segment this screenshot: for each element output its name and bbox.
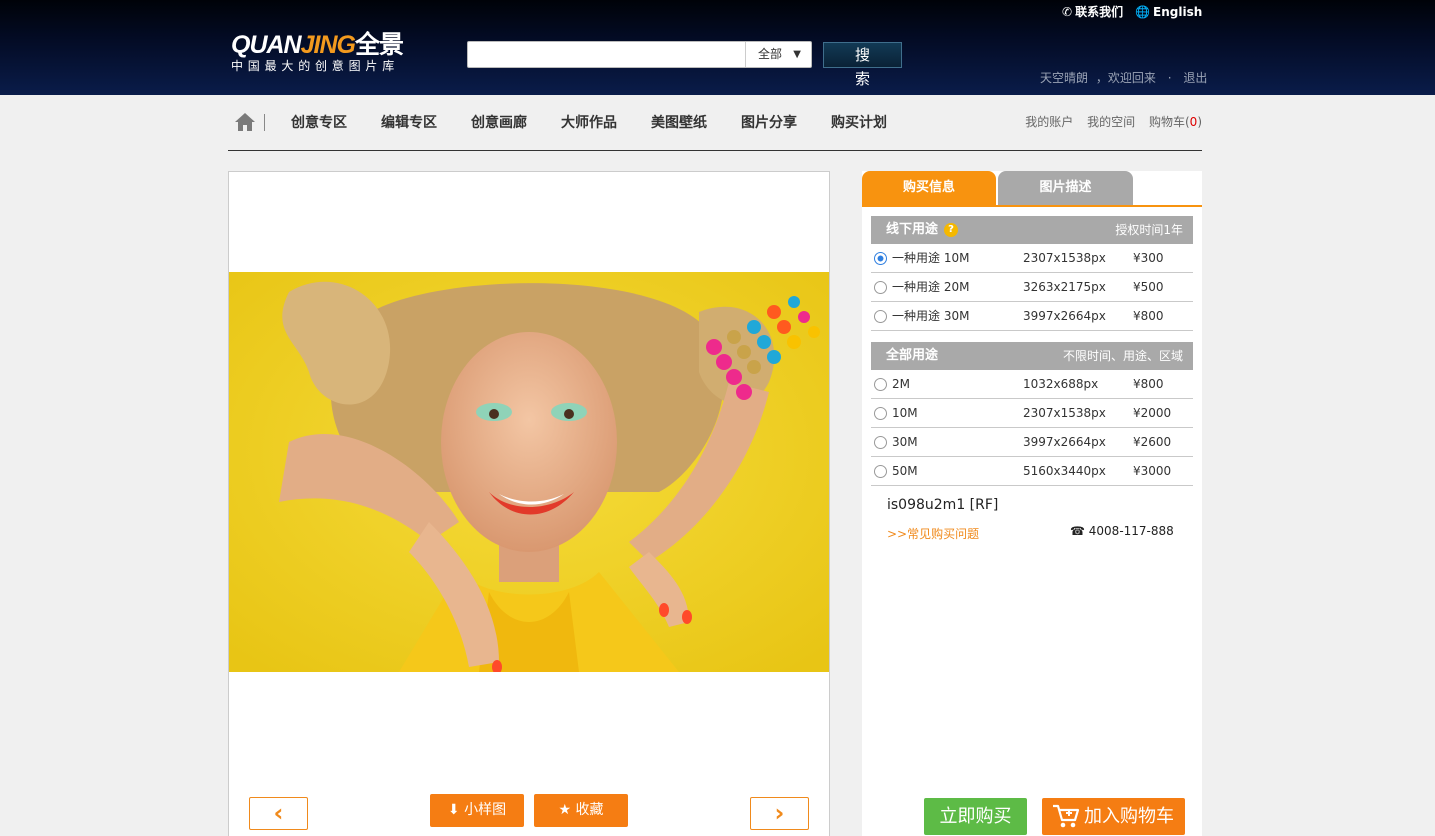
favorite-label: 收藏 [575,802,604,818]
dropdown-arrow-icon: ▼ [793,49,801,60]
logo-text-cn: 全景 [354,31,404,59]
buy-now-button[interactable]: 立即购买 [924,798,1027,835]
chevron-left-icon: ‹ [273,799,284,827]
nav-item-editorial[interactable]: 编辑专区 [381,112,437,132]
logo-text-quan: QUAN [231,31,302,59]
account-link[interactable]: 我的账户 [1025,113,1073,130]
welcome-text: ，欢迎回来 [1095,71,1156,85]
nav-item-plans[interactable]: 购买计划 [831,112,887,132]
language-link[interactable]: English [1153,5,1202,19]
nav-item-wallpaper[interactable]: 美图壁纸 [651,112,707,132]
add-to-cart-button[interactable]: 加入购物车 [1042,798,1185,835]
search-category-value: 全部 [758,47,783,61]
nav-item-creative[interactable]: 创意专区 [291,112,347,132]
phone-icon: ✆ [1062,5,1073,19]
tab-underline [862,205,1202,207]
site-logo[interactable]: QUANJING全景 中国最大的创意图片库 [231,31,441,77]
globe-icon: 🌐 [1135,5,1151,19]
next-image-button[interactable]: › [750,797,809,830]
offline-usage-title: 线下用途 [886,222,939,237]
radio-unselected[interactable] [874,281,887,294]
star-icon: ★ [558,802,572,818]
tab-image-description[interactable]: 图片描述 [998,171,1133,205]
nav-item-share[interactable]: 图片分享 [741,112,797,132]
hotline-number: 4008-117-888 [1088,524,1174,538]
price-option-row[interactable]: 50M 5160x3440px ¥3000 [871,457,1193,486]
price-option-row[interactable]: 一种用途 10M 2307x1538px ¥300 [871,244,1193,273]
favorite-button[interactable]: ★ 收藏 [534,794,628,827]
add-to-cart-label: 加入购物车 [1084,806,1174,827]
hotline: ☎ 4008-117-888 [1070,524,1174,538]
search-category-select[interactable]: 全部 ▼ [745,42,811,67]
shopping-cart-icon [1053,804,1080,828]
space-link[interactable]: 我的空间 [1087,113,1135,130]
search-button[interactable]: 搜索 [823,42,902,88]
radio-unselected[interactable] [874,407,887,420]
welcome-bar: 天空晴朗 ，欢迎回来 · 退出 [1040,69,1207,86]
search-input[interactable] [468,42,745,67]
nav-item-masters[interactable]: 大师作品 [561,112,617,132]
contact-link[interactable]: 联系我们 [1075,3,1123,20]
radio-unselected[interactable] [874,310,887,323]
logout-link[interactable]: 退出 [1183,69,1207,86]
cart-link[interactable]: 购物车(0) [1149,113,1202,130]
faq-link[interactable]: >>常见购买问题 [887,525,979,542]
radio-unselected[interactable] [874,436,887,449]
logo-text-jing: JING [300,31,356,59]
price-option-row[interactable]: 30M 3997x2664px ¥2600 [871,428,1193,457]
prev-image-button[interactable]: ‹ [249,797,308,830]
offline-usage-note: 授权时间1年 [1115,223,1183,237]
nav-divider [264,114,265,131]
all-usage-title: 全部用途 [886,348,939,363]
price-option-row[interactable]: 2M 1032x688px ¥800 [871,370,1193,399]
logo-tagline: 中国最大的创意图片库 [231,59,400,73]
site-header: QUANJING全景 中国最大的创意图片库 全部 ▼ 搜索 ✆ 联系我们 🌐 Engl… [0,0,1435,95]
search-box: 全部 ▼ [467,41,812,68]
telephone-icon: ☎ [1070,524,1085,538]
cart-count: 0 [1189,115,1198,129]
radio-unselected[interactable] [874,465,887,478]
download-icon: ⬇ [447,802,460,818]
portrait-illustration [229,272,829,672]
user-links: 我的账户 我的空间 购物车(0) [1015,113,1202,130]
top-links: ✆ 联系我们 🌐 English [1062,3,1202,20]
username-link[interactable]: 天空晴朗 [1040,69,1088,86]
tab-purchase-info[interactable]: 购买信息 [862,171,996,205]
all-usage-header: 全部用途 不限时间、用途、区域 [871,342,1193,370]
nav-item-gallery[interactable]: 创意画廊 [471,112,527,132]
preview-photo [229,272,829,672]
separator-dot: · [1167,71,1172,85]
help-icon[interactable]: ? [944,223,959,237]
main-nav: 创意专区 编辑专区 创意画廊 大师作品 美图壁纸 图片分享 购买计划 我的账户 … [228,95,1202,151]
sample-image-button[interactable]: ⬇ 小样图 [430,794,524,827]
image-code: is098u2m1 [RF] [887,497,999,513]
price-option-row[interactable]: 10M 2307x1538px ¥2000 [871,399,1193,428]
chevron-right-icon: › [774,799,785,827]
price-option-row[interactable]: 一种用途 30M 3997x2664px ¥800 [871,302,1193,331]
offline-usage-header: 线下用途? 授权时间1年 [871,216,1193,244]
all-usage-note: 不限时间、用途、区域 [1062,349,1183,363]
radio-unselected[interactable] [874,378,887,391]
home-icon[interactable] [234,112,256,132]
purchase-panel: 购买信息 图片描述 线下用途? 授权时间1年 一种用途 10M 2307x153… [862,171,1202,836]
radio-selected[interactable] [874,252,887,265]
image-preview-panel: ‹ ⬇ 小样图 ★ 收藏 › [228,171,830,836]
price-option-row[interactable]: 一种用途 20M 3263x2175px ¥500 [871,273,1193,302]
sample-image-label: 小样图 [464,802,507,818]
